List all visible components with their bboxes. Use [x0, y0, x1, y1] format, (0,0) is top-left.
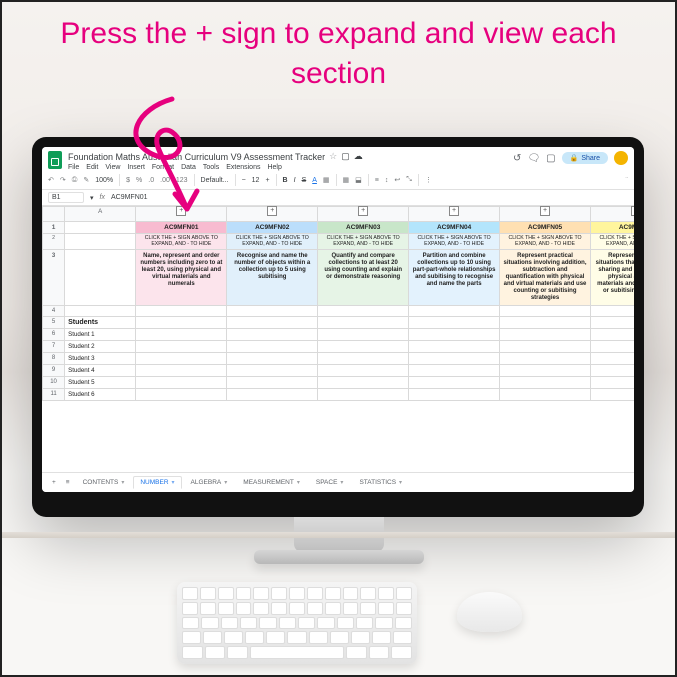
keyboard [177, 582, 417, 664]
spreadsheet-grid[interactable]: A +H +N +T +Z +AF +AI 1 AC9MFN01 [42, 206, 634, 472]
tab-number[interactable]: NUMBER ▾ [133, 476, 181, 489]
cell[interactable]: Student 5 [65, 376, 136, 388]
valign-icon[interactable]: ↕ [385, 177, 389, 184]
account-avatar[interactable] [614, 151, 628, 165]
cell[interactable]: CLICK THE + SIGN ABOVE TO EXPAND, AND - … [227, 234, 318, 250]
italic-button[interactable]: I [294, 177, 296, 184]
tab-algebra[interactable]: ALGEBRA ▾ [184, 476, 235, 489]
expand-button[interactable]: + [540, 206, 550, 216]
expand-button[interactable]: + [267, 206, 277, 216]
instruction-headline: Press the + sign to expand and view each… [2, 14, 675, 94]
fill-color-icon[interactable]: ▦ [323, 176, 330, 184]
cell[interactable]: AC9MFN05 [500, 222, 591, 234]
col-header[interactable]: +T [318, 207, 409, 222]
all-sheets-button[interactable]: ≡ [62, 477, 74, 488]
cell[interactable]: Name, represent and order numbers includ… [136, 250, 227, 305]
fx-icon: fx [100, 194, 105, 201]
student-row: 8Student 3 [43, 352, 635, 364]
halign-icon[interactable]: ≡ [375, 177, 379, 184]
bold-button[interactable]: B [283, 177, 288, 184]
expand-button[interactable]: + [449, 206, 459, 216]
tab-statistics[interactable]: STATISTICS ▾ [352, 476, 409, 489]
scene-frame: Press the + sign to expand and view each… [0, 0, 677, 677]
undo-icon[interactable]: ↶ [48, 176, 54, 184]
cell[interactable]: Student 3 [65, 352, 136, 364]
expand-button[interactable]: + [358, 206, 368, 216]
wrap-icon[interactable]: ↩ [394, 176, 400, 184]
collapse-icon[interactable]: ˆ [626, 177, 628, 184]
font-size[interactable]: 12 [252, 177, 260, 184]
sheets-icon [48, 151, 62, 169]
cell[interactable]: Student 6 [65, 388, 136, 400]
zoom-select[interactable]: 100% [95, 177, 113, 184]
col-header[interactable]: +Z [409, 207, 500, 222]
rotate-icon[interactable]: ⤡ [406, 176, 412, 184]
text-color-button[interactable]: A [312, 177, 317, 184]
monitor-stand-neck [294, 517, 384, 552]
menu-extensions[interactable]: Extensions [226, 164, 260, 171]
star-icon[interactable]: ☆ [329, 151, 337, 162]
cell[interactable]: Student 4 [65, 364, 136, 376]
col-header[interactable]: +AI [590, 207, 634, 222]
cell[interactable]: Partition and combine collections up to … [409, 250, 500, 305]
cell[interactable]: CLICK THE + SIGN ABOVE TO EXPAND, AND - … [136, 234, 227, 250]
menu-file[interactable]: File [68, 164, 79, 171]
sheet-tabs: + ≡ CONTENTS ▾ NUMBER ▾ ALGEBRA ▾ MEASUR… [42, 472, 634, 492]
name-box[interactable]: B1 [48, 192, 84, 203]
student-row: 9Student 4 [43, 364, 635, 376]
cell[interactable]: Represent practical situations that invo… [590, 250, 634, 305]
monitor-stand-base [254, 550, 424, 564]
borders-icon[interactable]: ▦ [343, 176, 350, 184]
comment-icon[interactable]: 🗨 [527, 153, 540, 164]
menu-help[interactable]: Help [267, 164, 281, 171]
col-header[interactable]: +N [227, 207, 318, 222]
student-row: 10Student 5 [43, 376, 635, 388]
more-icon[interactable]: ⋮ [425, 176, 432, 184]
cell[interactable]: AC9MFN03 [318, 222, 409, 234]
expand-button[interactable]: + [631, 206, 634, 216]
tab-measurement[interactable]: MEASUREMENT ▾ [236, 476, 307, 489]
cell[interactable]: CLICK THE + SIGN ABOVE TO EXPAND, AND - … [500, 234, 591, 250]
cell[interactable]: AC9MFN06 [590, 222, 634, 234]
tab-contents[interactable]: CONTENTS ▾ [76, 476, 132, 489]
cell[interactable]: Recognise and name the number of objects… [227, 250, 318, 305]
cell[interactable]: AC9MFN04 [409, 222, 500, 234]
strike-button[interactable]: S [302, 177, 307, 184]
students-header-row: 5Students [43, 316, 635, 328]
cell[interactable]: Student 2 [65, 340, 136, 352]
menu-edit[interactable]: Edit [86, 164, 98, 171]
cell[interactable]: Quantify and compare collections to at l… [318, 250, 409, 305]
tab-space[interactable]: SPACE ▾ [309, 476, 351, 489]
col-header[interactable]: +AF [500, 207, 591, 222]
blank-row: 4 [43, 305, 635, 316]
merge-icon[interactable]: ⬓ [355, 176, 362, 184]
cell[interactable]: CLICK THE + SIGN ABOVE TO EXPAND, AND - … [409, 234, 500, 250]
meet-icon[interactable]: ▢ [546, 153, 555, 164]
redo-icon[interactable]: ↷ [60, 176, 66, 184]
cell[interactable]: CLICK THE + SIGN ABOVE TO EXPAND, AND - … [318, 234, 409, 250]
instruction-row: 2 CLICK THE + SIGN ABOVE TO EXPAND, AND … [43, 234, 635, 250]
cloud-icon[interactable]: ☁ [354, 151, 363, 162]
arrow-annotation [117, 94, 207, 224]
cell[interactable]: AC9MFN02 [227, 222, 318, 234]
add-sheet-button[interactable]: + [48, 477, 60, 488]
move-icon[interactable]: ▢ [341, 151, 350, 162]
cell[interactable]: Student 1 [65, 328, 136, 340]
share-button[interactable]: 🔒 Share [562, 152, 608, 164]
cell[interactable]: Represent practical situations involving… [500, 250, 591, 305]
history-icon[interactable]: ↺ [513, 153, 521, 164]
students-header[interactable]: Students [65, 316, 136, 328]
student-row: 6Student 1 [43, 328, 635, 340]
student-row: 7Student 2 [43, 340, 635, 352]
descriptor-row: 3 Name, represent and order numbers incl… [43, 250, 635, 305]
student-row: 11Student 6 [43, 388, 635, 400]
mouse [457, 592, 522, 632]
print-icon[interactable]: ⎙ [72, 176, 78, 184]
cell[interactable]: CLICK THE + SIGN ABOVE TO EXPAND, AND - … [590, 234, 634, 250]
paint-icon[interactable]: ✎ [83, 176, 89, 184]
